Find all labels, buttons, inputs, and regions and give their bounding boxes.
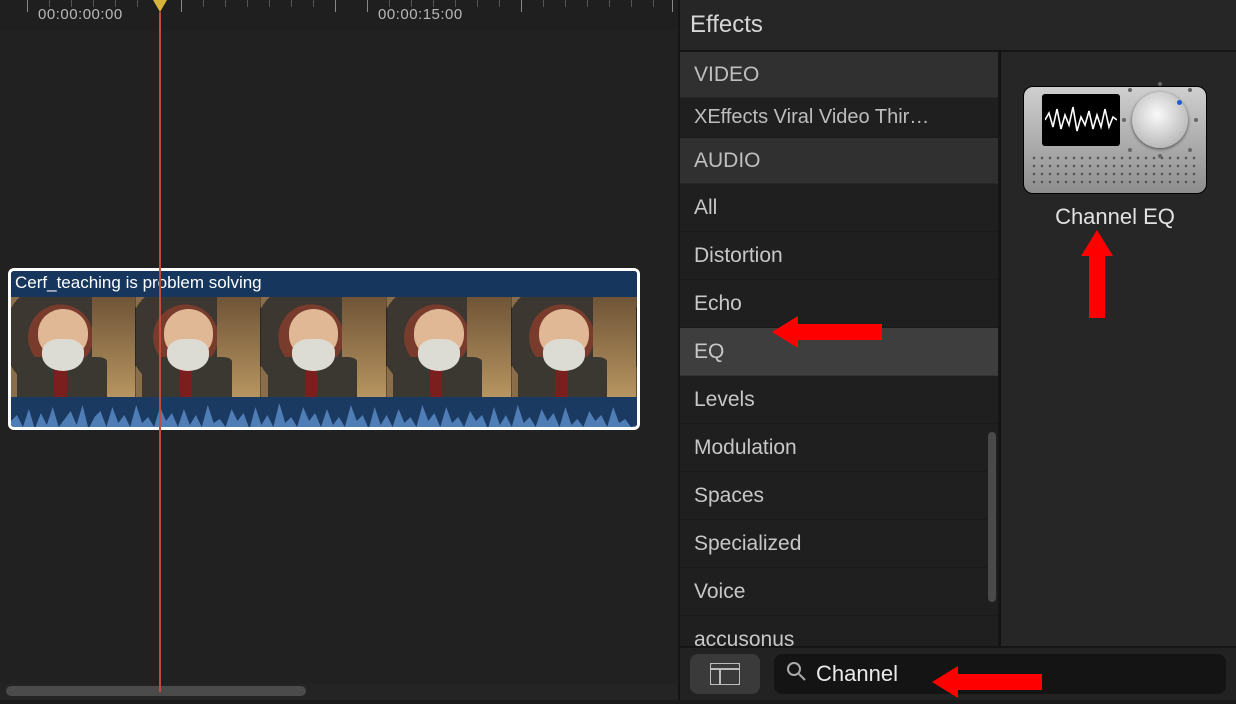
effect-preview-label: Channel EQ xyxy=(1023,204,1207,230)
effects-bottom-bar: Channel xyxy=(680,646,1236,700)
category-item-modulation[interactable]: Modulation xyxy=(680,424,998,472)
timeline-clip[interactable]: Cerf_teaching is problem solving xyxy=(8,268,640,430)
category-vertical-scrollbar[interactable] xyxy=(988,432,996,602)
effects-category-column: VIDEO XEffects Viral Video Thir… AUDIO A… xyxy=(680,52,1000,646)
effects-header: Effects xyxy=(680,0,1236,52)
grid-view-button[interactable] xyxy=(690,654,760,694)
ruler-timecode: 00:00:00:00 xyxy=(38,6,123,23)
category-item-levels[interactable]: Levels xyxy=(680,376,998,424)
effects-title: Effects xyxy=(690,11,763,39)
clip-audio-waveform xyxy=(11,397,637,430)
category-item-distortion[interactable]: Distortion xyxy=(680,232,998,280)
category-item-echo[interactable]: Echo xyxy=(680,280,998,328)
clip-title: Cerf_teaching is problem solving xyxy=(15,273,262,292)
category-item-accusonus[interactable]: accusonus xyxy=(680,616,998,646)
category-section-audio: AUDIO xyxy=(680,138,998,184)
timeline-horizontal-scrollbar[interactable] xyxy=(6,686,306,696)
effects-preview-column: Channel EQ xyxy=(1000,52,1236,646)
category-item-xeffects[interactable]: XEffects Viral Video Thir… xyxy=(680,98,998,138)
grid-view-icon xyxy=(710,663,740,685)
category-item-spaces[interactable]: Spaces xyxy=(680,472,998,520)
timeline-ruler[interactable]: 00:00:00:00 00:00:15:00 xyxy=(0,0,678,30)
category-item-all[interactable]: All xyxy=(680,184,998,232)
effects-search-input[interactable]: Channel xyxy=(774,654,1226,694)
search-icon xyxy=(786,661,806,687)
eq-dotgrid-icon xyxy=(1030,154,1200,188)
search-query-text: Channel xyxy=(816,661,898,687)
timeline-panel: 00:00:00:00 00:00:15:00 xyxy=(0,0,680,700)
category-item-specialized[interactable]: Specialized xyxy=(680,520,998,568)
category-item-eq[interactable]: EQ xyxy=(680,328,998,376)
effect-preview-channel-eq[interactable]: Channel EQ xyxy=(1023,86,1207,230)
ruler-timecode: 00:00:15:00 xyxy=(378,6,463,23)
clip-thumbnails xyxy=(11,297,637,397)
eq-knob-icon xyxy=(1132,92,1188,148)
category-item-voice[interactable]: Voice xyxy=(680,568,998,616)
timeline-body[interactable]: Cerf_teaching is problem solving xyxy=(0,30,678,684)
effects-browser: Effects VIDEO XEffects Viral Video Thir…… xyxy=(680,0,1236,700)
category-section-video: VIDEO xyxy=(680,52,998,98)
eq-waveform-icon xyxy=(1042,94,1120,146)
effect-thumbnail xyxy=(1023,86,1207,194)
playhead-line[interactable] xyxy=(159,12,161,692)
